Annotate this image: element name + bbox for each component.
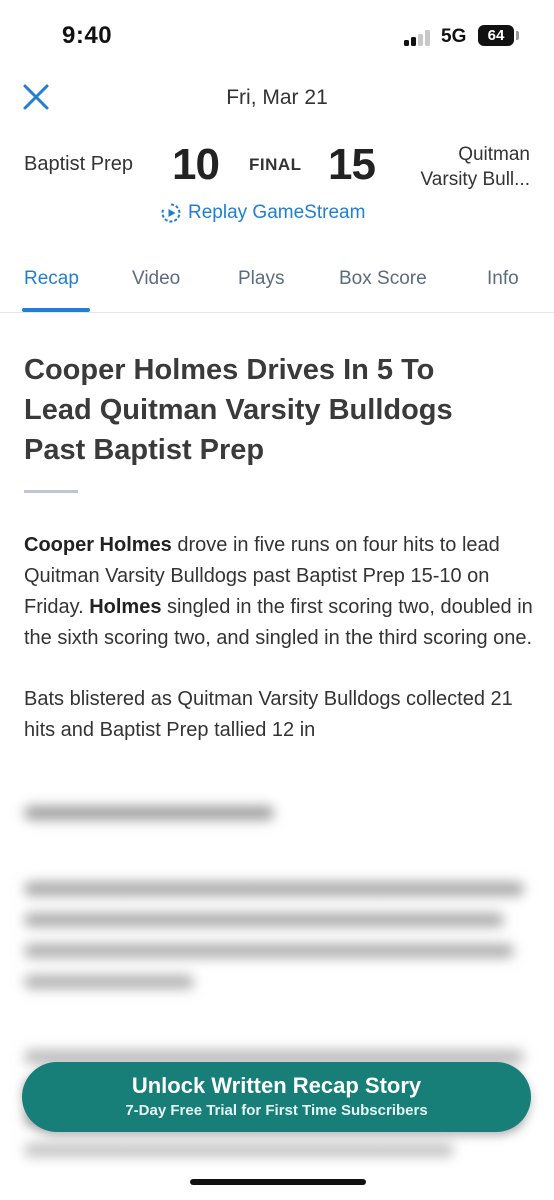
article-paragraph-2: Bats blistered as Quitman Varsity Bulldo…	[24, 688, 513, 741]
away-score: 15	[328, 140, 376, 189]
battery-cap	[516, 31, 519, 40]
article-paragraph-1: Cooper Holmes drove in five runs on four…	[24, 530, 534, 654]
status-bar: 9:40 5G 64	[0, 0, 554, 72]
replay-gamestream-link[interactable]: Replay GameStream	[160, 202, 365, 224]
home-team-name[interactable]: Baptist Prep	[24, 153, 133, 176]
signal-bars-icon	[404, 30, 432, 46]
battery-icon: 64	[478, 25, 514, 46]
replay-icon	[161, 203, 181, 223]
tab-info[interactable]: Info	[487, 268, 519, 290]
game-status: FINAL	[249, 155, 302, 174]
tab-recap[interactable]: Recap	[24, 268, 79, 290]
away-team-line1: Quitman	[458, 144, 530, 165]
headline-line3: Past Baptist Prep	[24, 434, 265, 466]
status-time: 9:40	[62, 22, 113, 49]
network-label: 5G	[441, 26, 467, 47]
player-name: Cooper Holmes	[24, 534, 172, 556]
unlock-title: Unlock Written Recap Story	[131, 1073, 422, 1098]
locked-content-overlay	[0, 790, 554, 1200]
game-date: Fri, Mar 21	[226, 86, 328, 109]
tab-video[interactable]: Video	[132, 268, 180, 290]
headline-line2: Lead Quitman Varsity Bulldogs	[24, 394, 453, 426]
headline-divider	[24, 490, 78, 493]
player-name-2: Holmes	[89, 596, 162, 618]
tab-bar: Recap Video Plays Box Score Info	[0, 268, 554, 312]
unlock-recap-button[interactable]: Unlock Written Recap Story 7-Day Free Tr…	[22, 1062, 531, 1132]
away-team-line2: Varsity Bull...	[420, 169, 530, 190]
unlock-subtitle: 7-Day Free Trial for First Time Subscrib…	[125, 1102, 428, 1119]
tab-plays[interactable]: Plays	[238, 268, 284, 290]
headline-line1: Cooper Holmes Drives In 5 To	[24, 354, 435, 386]
tabs-divider	[0, 312, 554, 313]
home-indicator[interactable]	[190, 1179, 366, 1185]
article-body: Cooper Holmes drove in five runs on four…	[24, 530, 534, 776]
home-score: 10	[172, 140, 220, 189]
article-headline: Cooper Holmes Drives In 5 To Lead Quitma…	[24, 350, 534, 470]
replay-label: Replay GameStream	[188, 202, 366, 223]
away-team-name[interactable]: Quitman Varsity Bull...	[390, 142, 530, 192]
tab-box-score[interactable]: Box Score	[339, 268, 427, 290]
